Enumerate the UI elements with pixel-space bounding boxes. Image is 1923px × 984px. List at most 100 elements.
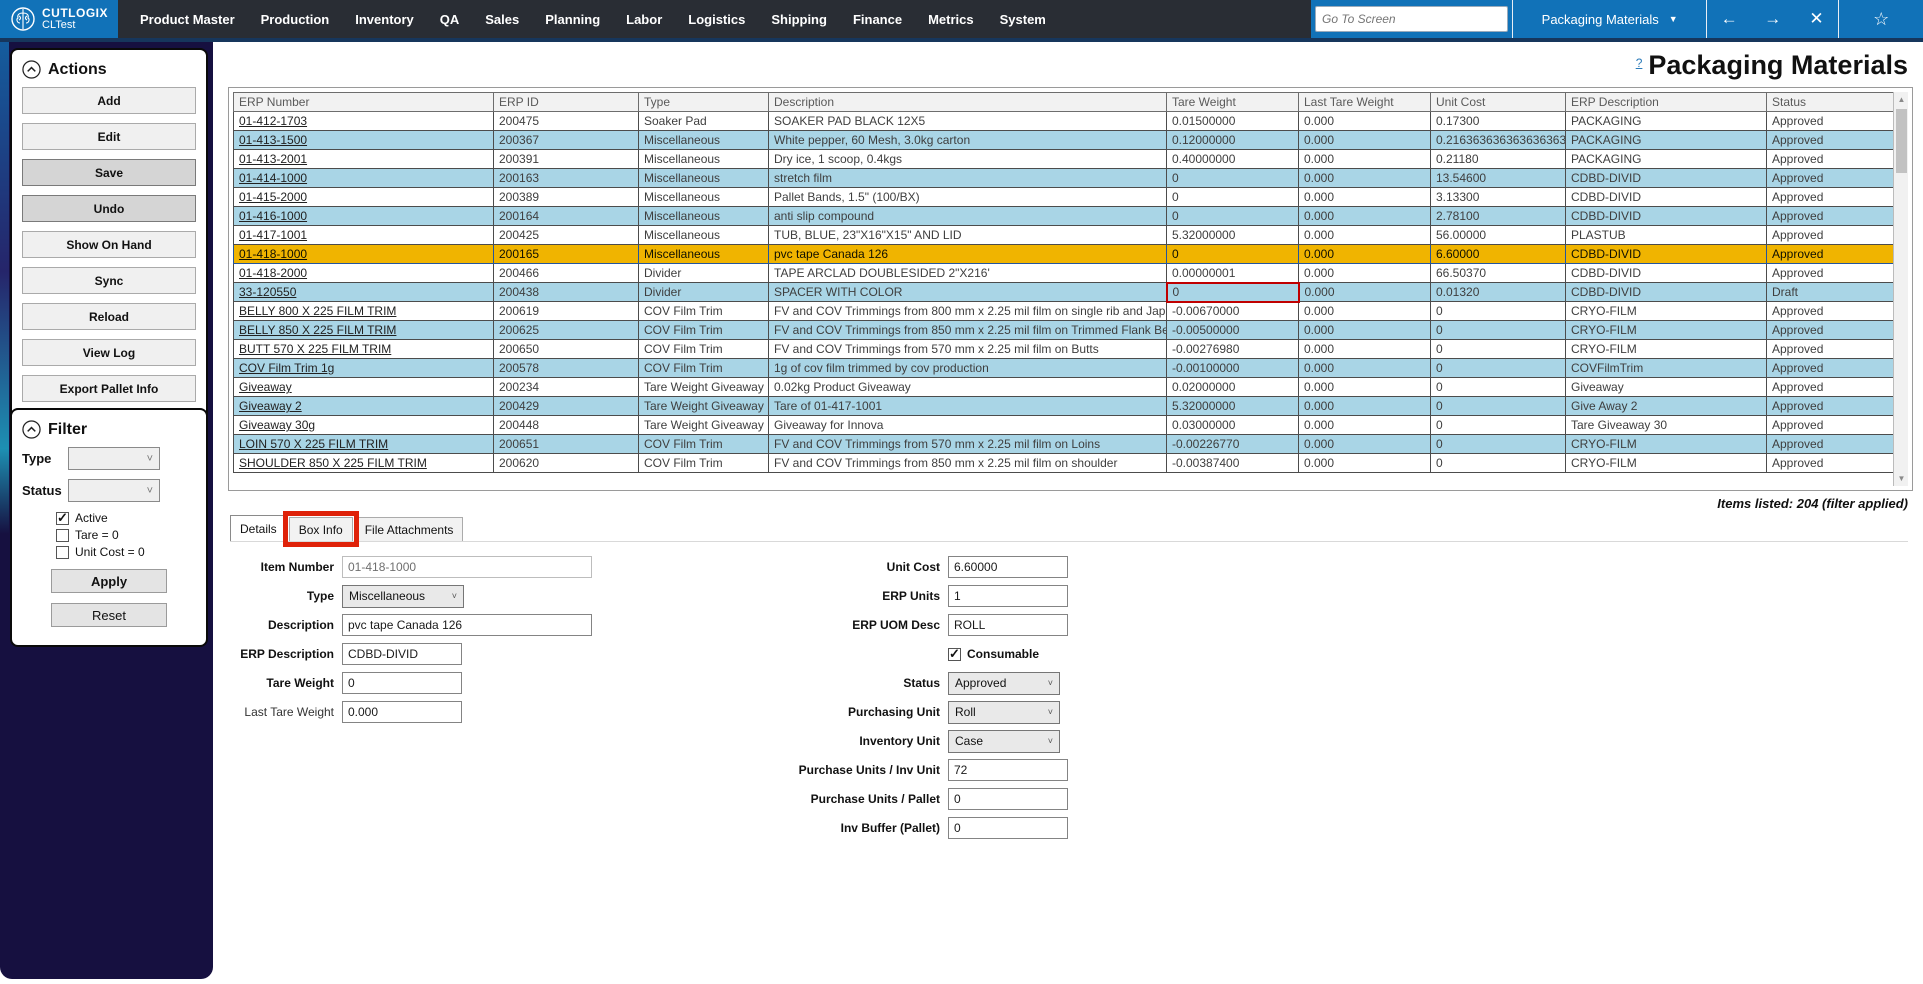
consumable-checkbox[interactable] <box>948 648 961 661</box>
table-row[interactable]: COV Film Trim 1g200578COV Film Trim1g of… <box>234 359 1894 378</box>
tab-details[interactable]: Details <box>230 515 287 541</box>
tab-file-attachments[interactable]: File Attachments <box>355 517 464 541</box>
erp-number-link[interactable]: COV Film Trim 1g <box>239 361 334 375</box>
collapse-chevron-icon[interactable] <box>22 420 41 439</box>
menu-item-logistics[interactable]: Logistics <box>688 12 745 27</box>
back-icon[interactable]: ← <box>1707 9 1751 29</box>
column-header-last-tare-weight[interactable]: Last Tare Weight <box>1299 93 1431 112</box>
scroll-up-icon[interactable]: ▲ <box>1894 92 1909 107</box>
erp-number-link[interactable]: 01-415-2000 <box>239 190 307 204</box>
table-row[interactable]: Giveaway 2200429Tare Weight GiveawayTare… <box>234 397 1894 416</box>
undo-button[interactable]: Undo <box>22 195 196 222</box>
erp-number-link[interactable]: Giveaway <box>239 380 292 394</box>
column-header-status[interactable]: Status <box>1767 93 1894 112</box>
status-dropdown[interactable]: ˅ <box>68 479 160 502</box>
table-row[interactable]: 01-416-1000200164Miscellaneousanti slip … <box>234 207 1894 226</box>
table-row[interactable]: Giveaway200234Tare Weight Giveaway0.02kg… <box>234 378 1894 397</box>
help-link[interactable]: ? <box>1636 56 1643 70</box>
menu-item-qa[interactable]: QA <box>440 12 460 27</box>
erp-number-link[interactable]: 01-412-1703 <box>239 114 307 128</box>
reset-button[interactable]: Reset <box>51 603 167 627</box>
table-row[interactable]: 01-414-1000200163Miscellaneousstretch fi… <box>234 169 1894 188</box>
erp-number-link[interactable]: BELLY 850 X 225 FILM TRIM <box>239 323 396 337</box>
purchase-units-inv-unit-field[interactable] <box>948 759 1068 781</box>
export-pallet-info-button[interactable]: Export Pallet Info <box>22 375 196 402</box>
grid-vertical-scrollbar[interactable]: ▲ ▼ <box>1893 92 1908 486</box>
table-row[interactable]: 01-415-2000200389MiscellaneousPallet Ban… <box>234 188 1894 207</box>
column-header-erp-id[interactable]: ERP ID <box>494 93 639 112</box>
purchasing-unit-select[interactable]: Roll˅ <box>948 701 1060 724</box>
menu-item-labor[interactable]: Labor <box>626 12 662 27</box>
screen-selector-dropdown[interactable]: Packaging Materials ▼ <box>1512 0 1706 38</box>
erp-number-link[interactable]: 01-418-2000 <box>239 266 307 280</box>
type-dropdown[interactable]: ˅ <box>68 447 160 470</box>
erp-number-link[interactable]: Giveaway 2 <box>239 399 302 413</box>
inventory-unit-select[interactable]: Case˅ <box>948 730 1060 753</box>
unit-cost-field[interactable] <box>948 556 1068 578</box>
erp-number-link[interactable]: BELLY 800 X 225 FILM TRIM <box>239 304 396 318</box>
table-row[interactable]: 33-120550200438DividerSPACER WITH COLOR0… <box>234 283 1894 302</box>
tare-0-checkbox[interactable] <box>56 529 69 542</box>
save-button[interactable]: Save <box>22 159 196 186</box>
inv-buffer-pallet-field[interactable] <box>948 817 1068 839</box>
column-header-tare-weight[interactable]: Tare Weight <box>1167 93 1299 112</box>
erp-number-link[interactable]: 01-416-1000 <box>239 209 307 223</box>
erp-number-link[interactable]: 01-418-1000 <box>239 247 307 261</box>
column-header-description[interactable]: Description <box>769 93 1167 112</box>
type-select[interactable]: Miscellaneous˅ <box>342 585 464 608</box>
table-row[interactable]: 01-413-1500200367MiscellaneousWhite pepp… <box>234 131 1894 150</box>
table-row[interactable]: Giveaway 30g200448Tare Weight GiveawayGi… <box>234 416 1894 435</box>
table-row[interactable]: 01-412-1703200475Soaker PadSOAKER PAD BL… <box>234 112 1894 131</box>
menu-item-metrics[interactable]: Metrics <box>928 12 974 27</box>
erp-number-link[interactable]: SHOULDER 850 X 225 FILM TRIM <box>239 456 427 470</box>
table-row[interactable]: BELLY 800 X 225 FILM TRIM200619COV Film … <box>234 302 1894 321</box>
erp-description-field[interactable] <box>342 643 462 665</box>
erp-number-link[interactable]: LOIN 570 X 225 FILM TRIM <box>239 437 388 451</box>
favorite-star-icon[interactable]: ☆ <box>1873 9 1889 30</box>
menu-item-production[interactable]: Production <box>261 12 330 27</box>
column-header-erp-number[interactable]: ERP Number <box>234 93 494 112</box>
last-tare-weight-field[interactable] <box>342 701 462 723</box>
menu-item-product-master[interactable]: Product Master <box>140 12 235 27</box>
menu-item-shipping[interactable]: Shipping <box>771 12 827 27</box>
description-field[interactable] <box>342 614 592 636</box>
table-row[interactable]: 01-418-2000200466DividerTAPE ARCLAD DOUB… <box>234 264 1894 283</box>
table-row[interactable]: SHOULDER 850 X 225 FILM TRIM200620COV Fi… <box>234 454 1894 473</box>
sync-button[interactable]: Sync <box>22 267 196 294</box>
active-checkbox[interactable] <box>56 512 69 525</box>
table-row[interactable]: LOIN 570 X 225 FILM TRIM200651COV Film T… <box>234 435 1894 454</box>
view-log-button[interactable]: View Log <box>22 339 196 366</box>
scrollbar-thumb[interactable] <box>1896 109 1907 173</box>
erp-number-link[interactable]: 33-120550 <box>239 285 296 299</box>
reload-button[interactable]: Reload <box>22 303 196 330</box>
menu-item-finance[interactable]: Finance <box>853 12 902 27</box>
menu-item-system[interactable]: System <box>1000 12 1046 27</box>
scroll-down-icon[interactable]: ▼ <box>1894 471 1909 486</box>
erp-units-field[interactable] <box>948 585 1068 607</box>
column-header-type[interactable]: Type <box>639 93 769 112</box>
status-select[interactable]: Approved˅ <box>948 672 1060 695</box>
erp-uom-desc-field[interactable] <box>948 614 1068 636</box>
table-row[interactable]: BUTT 570 X 225 FILM TRIM200650COV Film T… <box>234 340 1894 359</box>
table-row[interactable]: BELLY 850 X 225 FILM TRIM200625COV Film … <box>234 321 1894 340</box>
column-header-erp-description[interactable]: ERP Description <box>1566 93 1767 112</box>
erp-number-link[interactable]: Giveaway 30g <box>239 418 315 432</box>
table-row[interactable]: 01-413-2001200391MiscellaneousDry ice, 1… <box>234 150 1894 169</box>
erp-number-link[interactable]: 01-413-1500 <box>239 133 307 147</box>
table-row[interactable]: 01-418-1000200165Miscellaneouspvc tape C… <box>234 245 1894 264</box>
erp-number-link[interactable]: 01-417-1001 <box>239 228 307 242</box>
edit-button[interactable]: Edit <box>22 123 196 150</box>
tare-weight-field[interactable] <box>342 672 462 694</box>
erp-number-link[interactable]: BUTT 570 X 225 FILM TRIM <box>239 342 391 356</box>
show-on-hand-button[interactable]: Show On Hand <box>22 231 196 258</box>
goto-screen-input[interactable] <box>1315 6 1508 32</box>
unit-cost-0-checkbox[interactable] <box>56 546 69 559</box>
forward-icon[interactable]: → <box>1751 9 1795 29</box>
close-icon[interactable]: ✕ <box>1795 9 1839 29</box>
erp-number-link[interactable]: 01-413-2001 <box>239 152 307 166</box>
menu-item-inventory[interactable]: Inventory <box>355 12 414 27</box>
table-row[interactable]: 01-417-1001200425MiscellaneousTUB, BLUE,… <box>234 226 1894 245</box>
erp-number-link[interactable]: 01-414-1000 <box>239 171 307 185</box>
purchase-units-pallet-field[interactable] <box>948 788 1068 810</box>
tab-box-info[interactable]: Box Info <box>289 517 353 541</box>
